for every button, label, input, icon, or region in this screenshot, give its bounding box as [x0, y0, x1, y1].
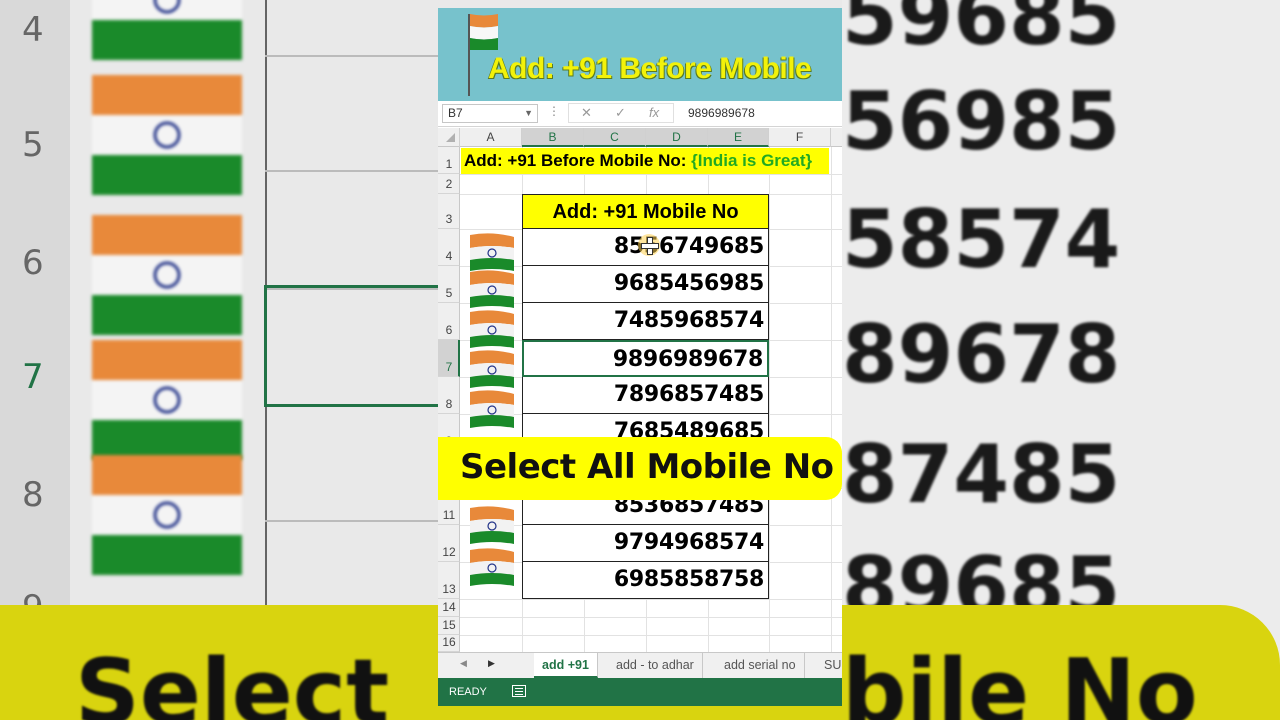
grid-line — [831, 147, 832, 652]
sheet-tabs: ◀ ▶ add +91 add - to adhar add serial no… — [438, 652, 842, 678]
row-header[interactable]: 8 — [438, 377, 460, 414]
status-bar: READY — [438, 678, 842, 706]
india-flag-icon — [92, 215, 242, 335]
name-box[interactable]: B7 ▼ — [442, 104, 538, 123]
cell-cursor-icon — [638, 234, 660, 256]
more-icon[interactable]: ⋮ — [548, 104, 560, 118]
formula-buttons: ✕ ✓ fx — [568, 103, 674, 123]
bg-row-number: 8 — [22, 475, 44, 515]
bg-row-number: 7 — [22, 357, 44, 397]
india-flag-icon — [92, 0, 242, 60]
india-flag-icon — [470, 14, 498, 50]
sheet-tab-su[interactable]: SU — [816, 653, 842, 678]
caption-banner: Select All Mobile No — [438, 437, 842, 500]
row-header[interactable]: 14 — [438, 599, 460, 617]
row-header[interactable]: 6 — [438, 303, 460, 340]
column-header-d[interactable]: D — [646, 128, 708, 147]
india-flag-icon — [470, 506, 514, 544]
mobile-table-header[interactable]: Add: +91 Mobile No — [522, 194, 769, 229]
india-flag-icon — [470, 390, 514, 428]
bg-big-number: 58574 — [842, 193, 1121, 286]
enter-icon[interactable]: ✓ — [615, 105, 626, 121]
mobile-number-cell[interactable]: 7896857485 — [522, 377, 769, 414]
row-header-selected[interactable]: 7 — [438, 340, 460, 377]
insert-function-icon[interactable]: fx — [649, 105, 659, 120]
grid-line — [460, 599, 842, 600]
row-header[interactable]: 15 — [438, 617, 460, 635]
bg-caption-right: bile No — [842, 640, 1198, 720]
scroll-right-icon[interactable]: ▶ — [488, 658, 495, 669]
status-text: READY — [449, 686, 487, 698]
bg-big-number: 87485 — [842, 428, 1121, 521]
sheet-tab-add-serial-no[interactable]: add serial no — [716, 653, 805, 678]
mobile-number-cell-active[interactable]: 9896989678 — [522, 340, 769, 377]
bg-caption-left: Select — [75, 640, 390, 720]
sheet-heading-highlight: {India is Great} — [691, 151, 813, 170]
column-header-f[interactable]: F — [769, 128, 831, 147]
macro-record-icon[interactable] — [512, 685, 526, 697]
sheet-tab-add-91[interactable]: add +91 — [534, 653, 598, 678]
mobile-number-cell[interactable]: 6985858758 — [522, 562, 769, 599]
row-header[interactable]: 16 — [438, 635, 460, 652]
mobile-number-cell[interactable]: 7485968574 — [522, 303, 769, 340]
india-flag-icon — [470, 310, 514, 348]
formula-bar: B7 ▼ ⋮ ✕ ✓ fx 9896989678 — [438, 101, 842, 127]
title-banner: Add: +91 Before Mobile — [438, 8, 842, 101]
bg-big-number: 59685 — [842, 0, 1121, 63]
bg-big-number: 89678 — [842, 308, 1121, 401]
india-flag-icon — [92, 75, 242, 195]
excel-video-panel: Add: +91 Before Mobile B7 ▼ ⋮ ✕ ✓ fx 989… — [438, 8, 842, 706]
mobile-number-cell[interactable]: 9685456985 — [522, 266, 769, 303]
grid-line — [460, 635, 842, 636]
select-all-corner[interactable] — [438, 128, 460, 147]
sheet-heading-cell[interactable]: Add: +91 Before Mobile No: {India is Gre… — [461, 148, 829, 174]
row-header[interactable]: 1 — [438, 147, 460, 174]
column-header-e[interactable]: E — [708, 128, 769, 147]
india-flag-icon — [92, 455, 242, 575]
row-header[interactable]: 5 — [438, 266, 460, 303]
india-flag-icon — [470, 233, 514, 271]
india-flag-icon — [92, 340, 242, 460]
name-box-value: B7 — [448, 106, 463, 120]
india-flag-icon — [470, 270, 514, 308]
column-header-c[interactable]: C — [584, 128, 646, 147]
row-header[interactable]: 13 — [438, 562, 460, 599]
column-header-a[interactable]: A — [460, 128, 522, 147]
bg-big-number: 56985 — [842, 75, 1121, 168]
column-headers: A B C D E F — [438, 128, 842, 147]
india-flag-icon — [470, 350, 514, 388]
cancel-icon[interactable]: ✕ — [581, 105, 592, 121]
bg-row-number: 4 — [22, 10, 44, 50]
title-text: Add: +91 Before Mobile — [488, 52, 812, 85]
scroll-left-icon[interactable]: ◀ — [460, 658, 467, 669]
row-header[interactable]: 4 — [438, 229, 460, 266]
grid-line — [460, 617, 842, 618]
row-header[interactable]: 3 — [438, 194, 460, 229]
mobile-number-cell[interactable]: 9794968574 — [522, 525, 769, 562]
sheet-tab-add-to-adhar[interactable]: add - to adhar — [608, 653, 703, 678]
bg-row-number: 6 — [22, 243, 44, 283]
row-header[interactable]: 2 — [438, 174, 460, 194]
india-flag-icon — [470, 548, 514, 586]
row-header[interactable]: 12 — [438, 525, 460, 562]
formula-input[interactable]: 9896989678 — [688, 106, 755, 120]
sheet-heading-text: Add: +91 Before Mobile No: — [464, 151, 692, 170]
column-header-b[interactable]: B — [522, 128, 584, 147]
chevron-down-icon[interactable]: ▼ — [524, 105, 533, 122]
grid-line — [460, 174, 842, 175]
bg-row-number: 5 — [22, 125, 44, 165]
grid-line — [769, 147, 770, 652]
